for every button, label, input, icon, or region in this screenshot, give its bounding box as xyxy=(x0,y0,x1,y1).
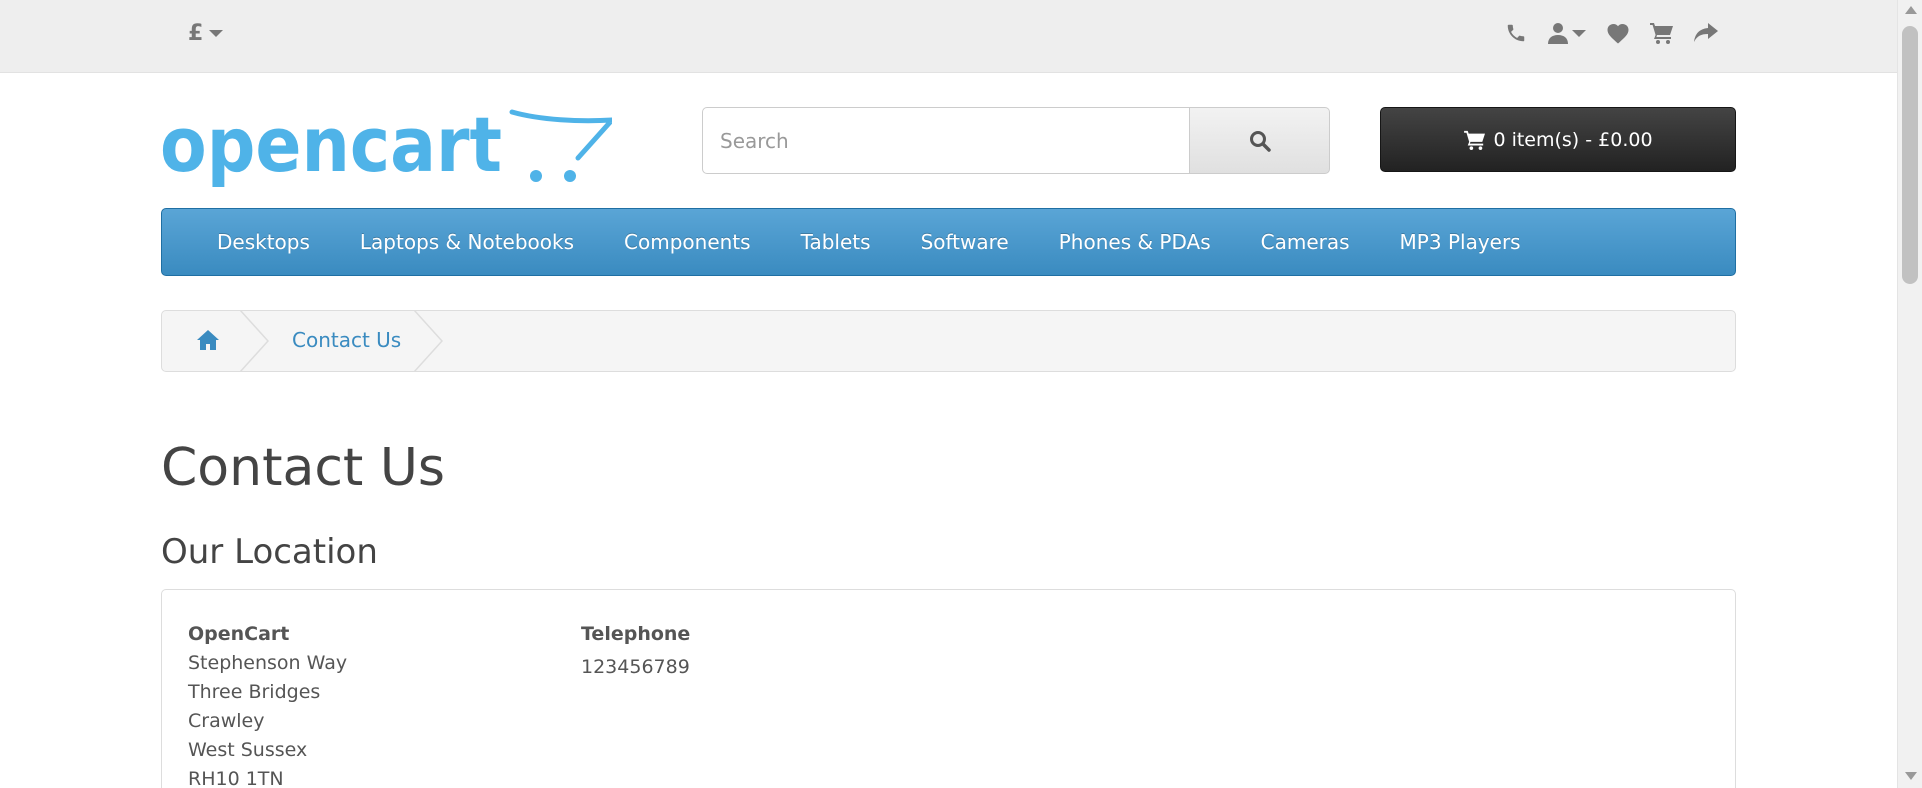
currency-dropdown[interactable]: £ xyxy=(188,18,224,48)
breadcrumb-separator xyxy=(240,311,270,371)
cart-button[interactable]: 0 item(s) - £0.00 xyxy=(1380,107,1736,172)
share-icon xyxy=(1694,23,1718,42)
address-line: West Sussex xyxy=(188,739,308,761)
menu-item-tablets[interactable]: Tablets xyxy=(776,208,896,276)
currency-symbol: £ xyxy=(188,20,204,46)
menu-item-phones-pdas[interactable]: Phones & PDAs xyxy=(1034,208,1236,276)
menu-item-mp3-players[interactable]: MP3 Players xyxy=(1375,208,1546,276)
heart-icon xyxy=(1607,24,1629,44)
checkout-link[interactable] xyxy=(1690,18,1722,48)
chevron-down-icon xyxy=(1572,29,1586,37)
search-group xyxy=(702,107,1330,174)
address-line: Three Bridges xyxy=(188,681,321,703)
wishlist-link[interactable] xyxy=(1602,18,1634,48)
home-icon xyxy=(197,330,219,350)
scroll-up-arrow-icon[interactable] xyxy=(1905,6,1917,14)
telephone-value: 123456789 xyxy=(581,656,690,678)
section-title: Our Location xyxy=(161,532,378,572)
address-line: RH10 1TN xyxy=(188,768,284,788)
menu-item-laptops-notebooks[interactable]: Laptops & Notebooks xyxy=(335,208,599,276)
page-title: Contact Us xyxy=(161,438,445,498)
telephone-label: Telephone xyxy=(581,623,691,645)
phone-icon xyxy=(1507,24,1525,42)
account-dropdown[interactable] xyxy=(1542,18,1592,48)
scroll-down-arrow-icon[interactable] xyxy=(1905,772,1917,780)
shopping-cart-link[interactable] xyxy=(1646,18,1678,48)
shopping-cart-icon xyxy=(1650,23,1673,44)
opencart-logo[interactable]: opencart xyxy=(160,100,618,190)
phone-link[interactable] xyxy=(1500,18,1532,48)
scrollbar-thumb[interactable] xyxy=(1902,26,1918,284)
address-line: Stephenson Way xyxy=(188,652,348,674)
cart-total-label: 0 item(s) - £0.00 xyxy=(1493,128,1653,151)
breadcrumb-home-link[interactable] xyxy=(196,329,220,355)
chevron-down-icon xyxy=(209,29,224,37)
logo-text: opencart xyxy=(160,106,502,189)
category-menu: Desktops Laptops & Notebooks Components … xyxy=(161,208,1736,276)
search-button[interactable] xyxy=(1190,107,1330,174)
breadcrumb-contact-us[interactable]: Contact Us xyxy=(292,328,401,352)
top-bar: £ xyxy=(0,0,1897,73)
search-input[interactable] xyxy=(702,107,1190,174)
user-icon xyxy=(1548,23,1568,44)
shopping-cart-icon xyxy=(1464,130,1486,150)
store-name: OpenCart xyxy=(188,623,290,645)
menu-item-desktops[interactable]: Desktops xyxy=(192,208,335,276)
address-block: OpenCart Stephenson Way Three Bridges Cr… xyxy=(188,620,347,788)
location-panel: OpenCart Stephenson Way Three Bridges Cr… xyxy=(161,589,1736,788)
vertical-scrollbar[interactable] xyxy=(1897,0,1922,788)
top-links xyxy=(1500,18,1722,48)
breadcrumb-separator xyxy=(414,311,444,371)
address-line: Crawley xyxy=(188,710,265,732)
breadcrumb: Contact Us xyxy=(161,310,1736,372)
telephone-block: Telephone 123456789 xyxy=(581,620,690,682)
menu-item-components[interactable]: Components xyxy=(599,208,776,276)
menu-item-software[interactable]: Software xyxy=(896,208,1034,276)
search-icon xyxy=(1249,130,1271,152)
menu-item-cameras[interactable]: Cameras xyxy=(1236,208,1375,276)
